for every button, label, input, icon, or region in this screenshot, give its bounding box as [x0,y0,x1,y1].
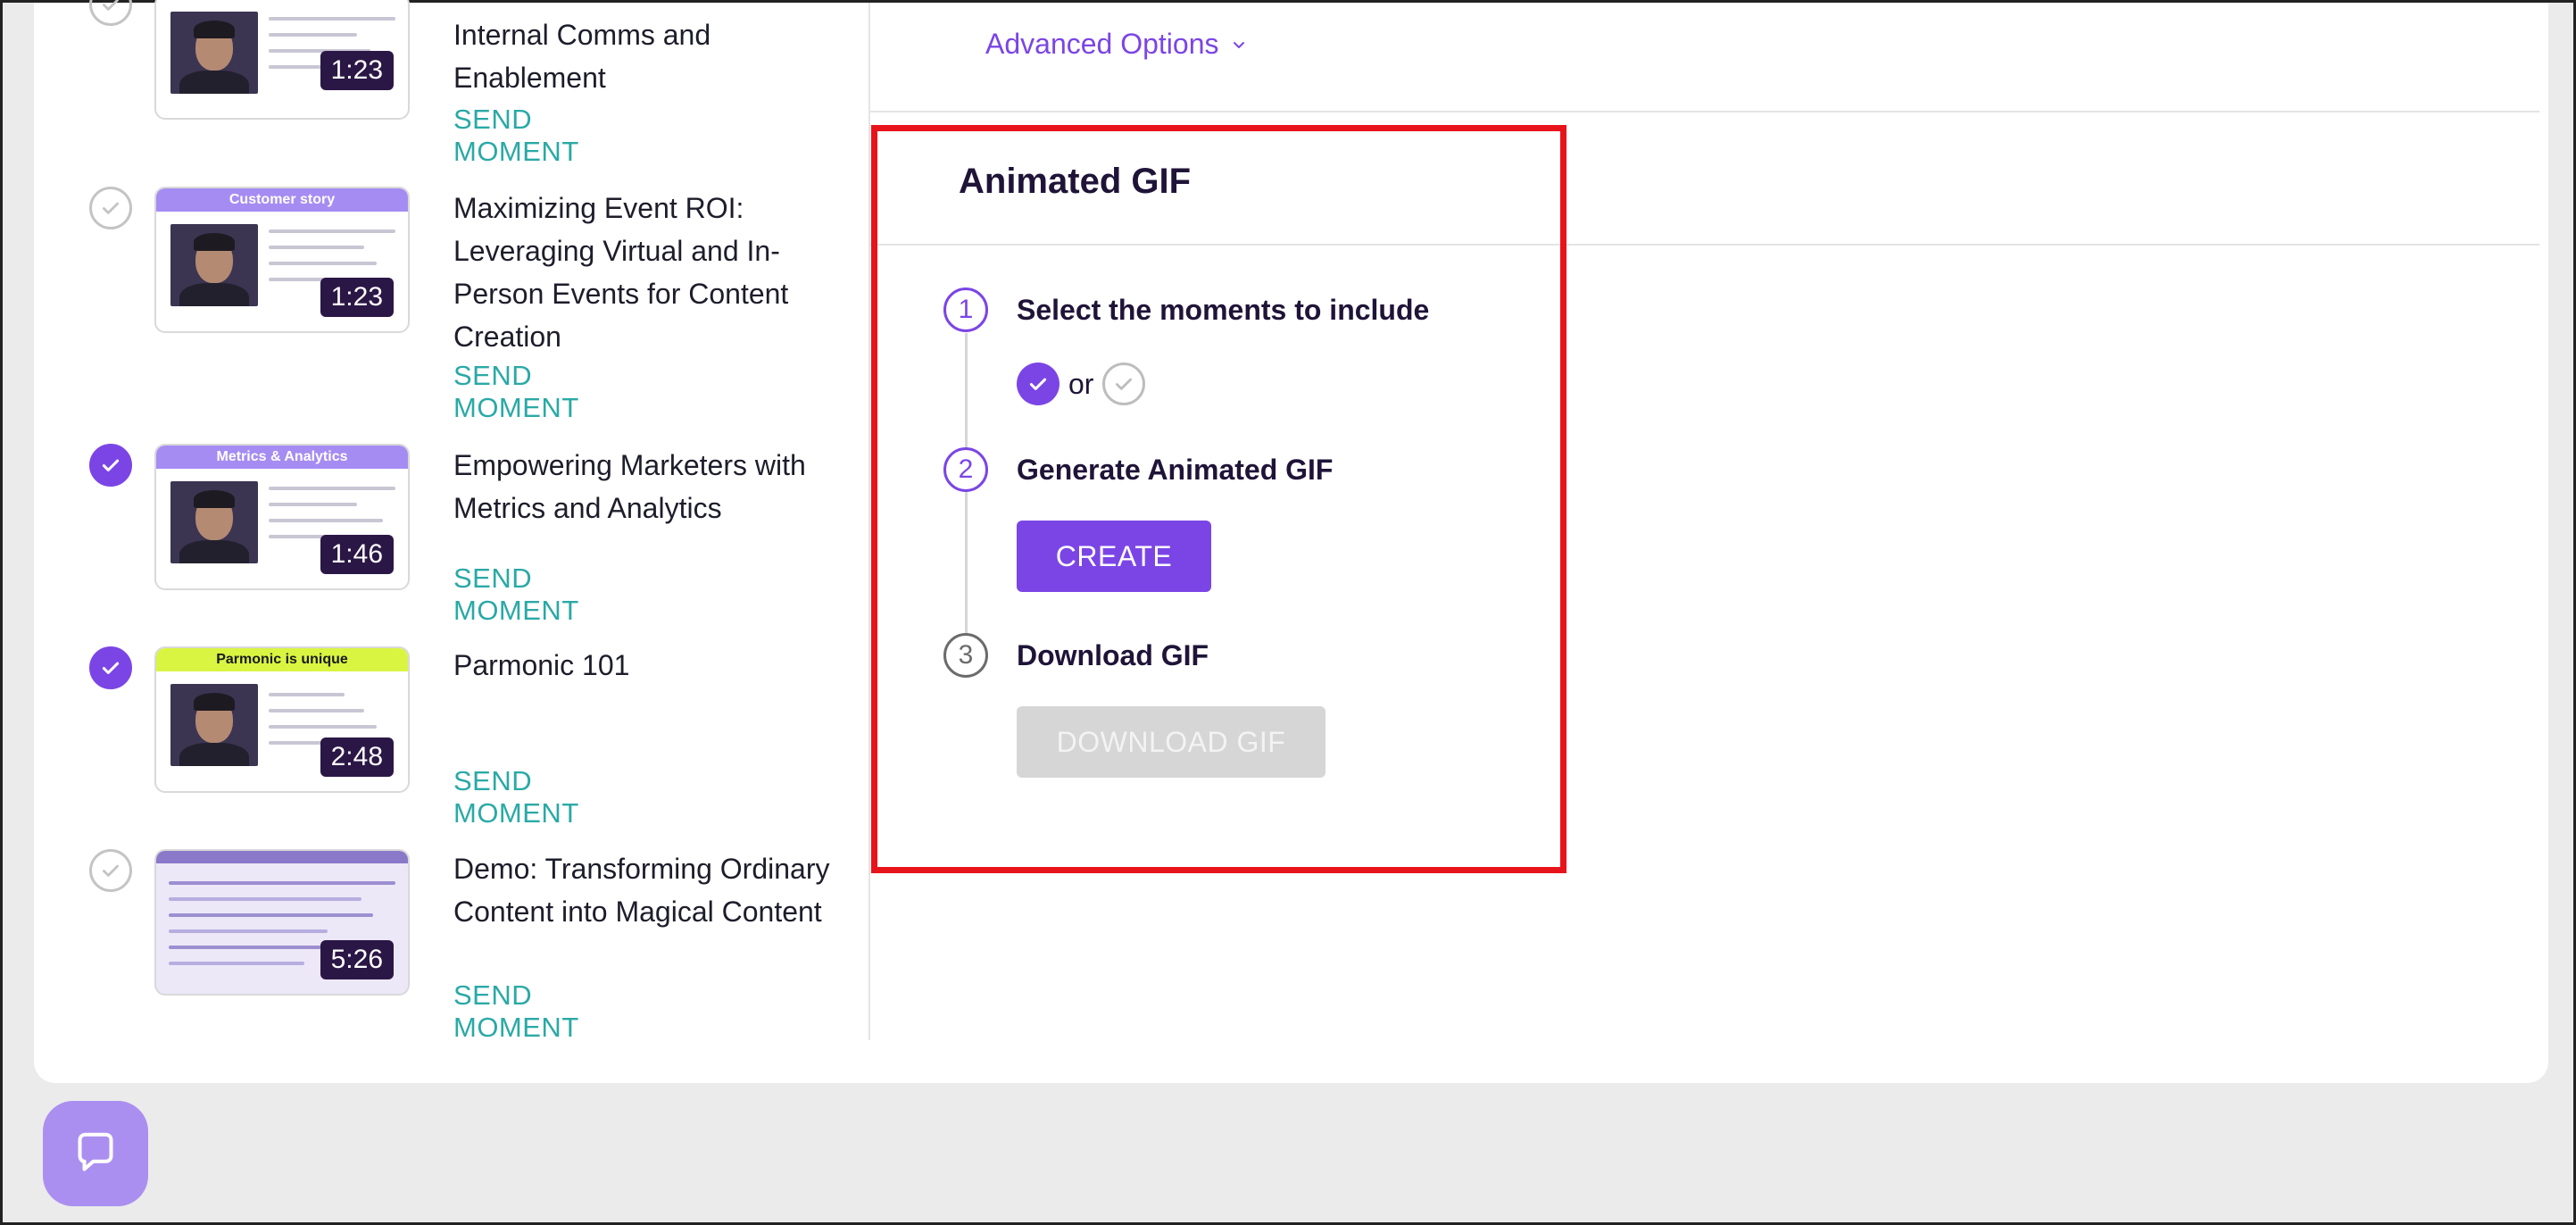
moment-title: Empowering Marketers with Metrics and An… [453,449,806,524]
thumbnail-banner: Metrics & Analytics [156,446,408,469]
duration-badge: 1:23 [320,278,394,317]
moment-title: Maximizing Event ROI: Leveraging Virtual… [453,192,789,353]
thumbnail-banner: Parmonic is unique [156,648,408,671]
moment-checkbox[interactable] [89,646,132,689]
moment-checkbox[interactable] [89,0,132,26]
duration-badge: 5:26 [320,940,394,979]
moment-thumbnail[interactable]: Customer story 1:23 [154,187,410,333]
advanced-options-toggle[interactable]: Advanced Options [985,28,1248,61]
send-moment-link[interactable]: SEND MOMENT [453,360,579,424]
thumbnail-banner: Customer story [156,188,408,212]
moment-checkbox[interactable] [89,187,132,229]
column-divider [868,3,870,1040]
moment-thumbnail[interactable]: 5:26 [154,849,410,996]
speaker-image [170,684,258,766]
speaker-image [170,481,258,563]
moment-checkbox[interactable] [89,444,132,487]
chat-bubble-icon [78,1132,113,1171]
send-moment-link[interactable]: SEND MOMENT [453,562,579,627]
speaker-image [170,12,258,94]
send-moment-link[interactable]: SEND MOMENT [453,104,579,168]
duration-badge: 1:23 [320,51,394,90]
screen: 1:23 Internal Comms and Enablement SEND … [0,0,2576,1225]
moments-list: 1:23 Internal Comms and Enablement SEND … [34,0,868,1043]
duration-badge: 2:48 [320,738,394,777]
send-moment-link[interactable]: SEND MOMENT [453,979,579,1044]
speaker-image [170,224,258,306]
moment-thumbnail[interactable]: Parmonic is unique 2:48 [154,646,410,793]
moment-title: Parmonic 101 [453,649,630,681]
check-icon [102,459,120,471]
chevron-down-icon [1233,41,1244,48]
moment-title: Internal Comms and Enablement [453,19,711,94]
check-icon [103,0,119,11]
annotation-highlight-box [871,125,1566,873]
chat-launcher-button[interactable] [43,1101,148,1206]
section-divider [870,111,2539,112]
moment-thumbnail[interactable]: 1:23 [154,0,410,120]
moment-title: Demo: Transforming Ordinary Content into… [453,853,830,928]
moment-thumbnail[interactable]: Metrics & Analytics 1:46 [154,444,410,590]
send-moment-link[interactable]: SEND MOMENT [453,765,579,829]
check-icon [103,864,119,877]
advanced-options-label: Advanced Options [985,28,1219,60]
check-icon [103,202,119,214]
check-icon [102,662,120,674]
moment-checkbox[interactable] [89,849,132,892]
duration-badge: 1:46 [320,535,394,574]
